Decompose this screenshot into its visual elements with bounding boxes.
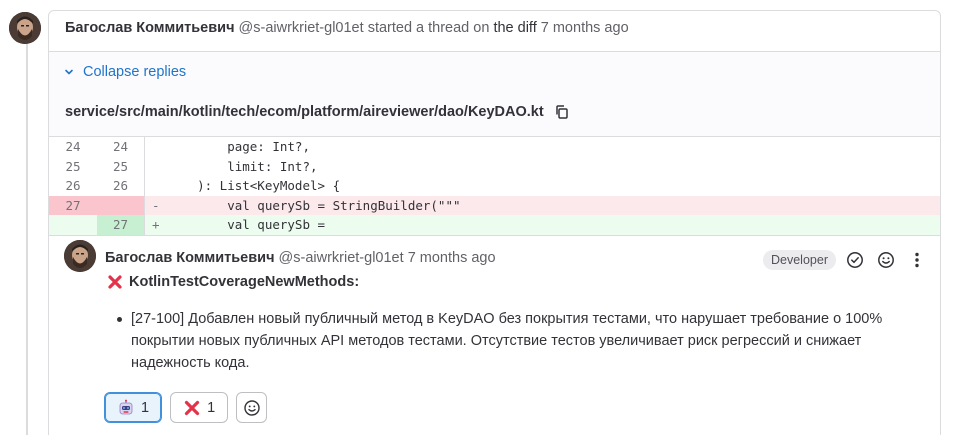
diff-line-added: 27 + val querySb = — [49, 215, 940, 235]
list-item: [27-100] Добавлен новый публичный метод … — [115, 308, 885, 374]
cross-mark-emoji-icon — [184, 400, 200, 415]
diff-code: ): List<KeyModel> { — [167, 178, 341, 193]
thread-header: Багослав Коммитьевич @s-aiwrkriet-gl01et… — [65, 20, 629, 36]
reply-author-name[interactable]: Багослав Коммитьевич — [105, 250, 275, 266]
replies-area: Collapse replies service/src/main/kotlin… — [49, 51, 940, 435]
reaction-robot-button[interactable]: 1 — [104, 392, 163, 423]
collapse-replies-label: Collapse replies — [83, 64, 187, 80]
old-line-number[interactable]: 27 — [49, 195, 97, 215]
new-line-number[interactable]: 26 — [97, 176, 145, 196]
avatar-image — [9, 12, 41, 44]
old-line-number[interactable]: 26 — [49, 176, 97, 196]
reply-header: Багослав Коммитьевич @s-aiwrkriet-gl01et… — [105, 250, 496, 266]
add-reaction-button[interactable] — [874, 248, 898, 272]
reaction-count: 1 — [141, 399, 150, 416]
add-reaction-button[interactable] — [236, 392, 268, 423]
diff-marker: + — [152, 217, 160, 232]
robot-emoji-icon — [119, 399, 133, 414]
author-handle[interactable]: @s-aiwrkriet-gl01et — [239, 20, 364, 36]
comment-body: [27-100] Добавлен новый публичный метод … — [115, 308, 885, 374]
new-line-number[interactable] — [97, 195, 145, 215]
old-line-number[interactable]: 24 — [49, 137, 97, 157]
reaction-count: 1 — [207, 399, 216, 416]
reactions-bar: 1 1 — [104, 392, 268, 423]
diff-line-context: 25 25 limit: Int?, — [49, 156, 940, 177]
diff-link[interactable]: the diff — [493, 20, 536, 36]
reply-author-handle[interactable]: @s-aiwrkriet-gl01et — [279, 250, 404, 266]
role-badge: Developer — [763, 250, 836, 270]
diff-line-context: 26 26 ): List<KeyModel> { — [49, 176, 940, 196]
diff-line-removed: 27 - val querySb = StringBuilder(""" — [49, 195, 940, 215]
comment-list: [27-100] Добавлен новый публичный метод … — [115, 308, 885, 374]
diff-code: val querySb = StringBuilder(""" — [167, 197, 461, 213]
copy-icon[interactable] — [554, 104, 570, 120]
check-circle-icon — [847, 252, 863, 268]
avatar[interactable] — [9, 12, 41, 44]
diff-line-context: 24 24 page: Int?, — [49, 137, 940, 157]
diff-view: 24 24 page: Int?, 25 25 limit: Int?, 26 … — [49, 136, 940, 235]
smiley-icon — [878, 252, 894, 268]
reply-note: Багослав Коммитьевич @s-aiwrkriet-gl01et… — [49, 235, 940, 435]
rule-title-text: KotlinTestCoverageNewMethods: — [129, 274, 360, 290]
new-line-number[interactable]: 24 — [97, 137, 145, 157]
chevron-down-icon — [65, 69, 73, 75]
avatar-image — [64, 240, 96, 272]
timeline-line — [26, 44, 28, 435]
file-header: service/src/main/kotlin/tech/ecom/platfo… — [65, 104, 570, 120]
rule-title: KotlinTestCoverageNewMethods: — [107, 274, 359, 290]
old-line-number[interactable]: 25 — [49, 157, 97, 177]
collapse-replies-button[interactable]: Collapse replies — [63, 64, 186, 80]
cross-mark-icon — [108, 275, 122, 289]
diff-code: limit: Int?, — [167, 158, 318, 174]
reply-avatar[interactable] — [64, 240, 96, 272]
more-actions-button[interactable] — [905, 248, 929, 272]
discussion-thread: Багослав Коммитьевич @s-aiwrkriet-gl01et… — [48, 10, 941, 435]
diff-code: val querySb = — [167, 217, 326, 232]
new-line-number[interactable]: 25 — [97, 156, 145, 176]
resolve-thread-button[interactable] — [843, 248, 867, 272]
file-path[interactable]: service/src/main/kotlin/tech/ecom/platfo… — [65, 104, 544, 120]
diff-code: page: Int?, — [167, 139, 310, 154]
diff-marker: - — [152, 197, 160, 213]
new-line-number[interactable]: 27 — [97, 215, 145, 235]
thread-action-text: started a thread on — [367, 20, 490, 36]
reply-timestamp[interactable]: 7 months ago — [408, 250, 496, 266]
author-name[interactable]: Багослав Коммитьевич — [65, 20, 235, 36]
kebab-menu-icon — [915, 252, 919, 268]
reaction-cross-button[interactable]: 1 — [170, 392, 229, 423]
smiley-icon — [243, 399, 260, 416]
thread-timestamp[interactable]: 7 months ago — [541, 20, 629, 36]
